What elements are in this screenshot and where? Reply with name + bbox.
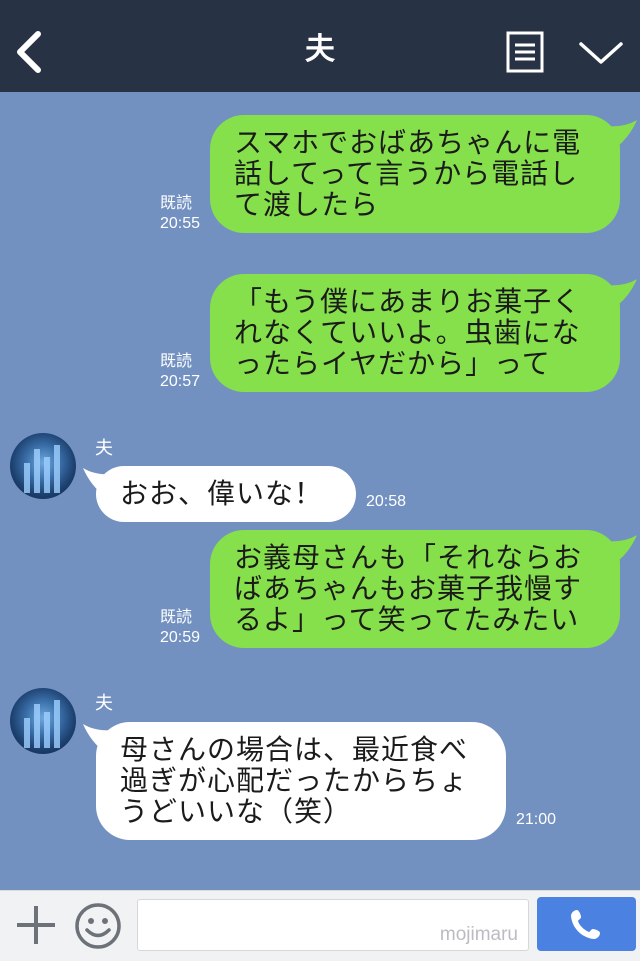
bubble-tail	[604, 279, 637, 305]
message-line: て渡したら	[234, 188, 380, 221]
message-time: 20:55	[160, 215, 201, 232]
message-meta: 既読 20:57	[160, 352, 200, 392]
phone-icon	[571, 910, 600, 939]
message-time: 20:57	[160, 373, 201, 390]
outgoing-message-bubble[interactable]: 「もう僕にあまりお菓子く れなくていいよ。虫歯にな ったらイヤだから」って	[210, 274, 620, 392]
message-line: ったらイヤだから」って	[234, 347, 551, 380]
outgoing-message-bubble[interactable]: スマホでおばあちゃんに電 話してって言うから電話し て渡したら	[210, 115, 620, 233]
message-meta: 既読 20:55	[160, 194, 200, 234]
chat-title: 夫	[305, 32, 335, 67]
outgoing-message-bubble[interactable]: お義母さんも「それならお ばあちゃんもお菓子我慢す るよ」って笑ってたみたい	[210, 530, 620, 648]
read-status: 既読	[160, 195, 193, 212]
bubble-tail	[604, 535, 637, 561]
incoming-message-bubble[interactable]: おお、偉いな！	[96, 466, 356, 522]
message-input[interactable]: mojimaru	[137, 899, 529, 951]
chevron-down-icon[interactable]	[578, 38, 624, 68]
sender-name: 夫	[95, 693, 113, 714]
message-meta: 既読 20:59	[160, 608, 200, 648]
avatar[interactable]	[10, 688, 76, 754]
message-time: 20:59	[160, 629, 201, 646]
smiley-icon[interactable]	[74, 902, 122, 950]
avatar[interactable]	[10, 433, 76, 499]
message-line: 話してって言うから電話し	[234, 157, 579, 190]
incoming-message-bubble[interactable]: 母さんの場合は、最近食べ 過ぎが心配だったからちょ うどいいな（笑）	[96, 722, 506, 840]
sender-name: 夫	[95, 438, 113, 459]
message-line: お義母さんも「それならお	[234, 541, 583, 574]
message-line: 過ぎが心配だったからちょ	[120, 764, 469, 797]
plus-icon[interactable]	[14, 903, 58, 947]
bubble-tail	[604, 120, 637, 146]
call-button[interactable]	[537, 897, 636, 951]
notes-icon[interactable]	[506, 31, 544, 73]
message-input-bar: mojimaru	[0, 890, 640, 961]
message-line: おお、偉いな！	[120, 477, 324, 510]
message-line: 母さんの場合は、最近食べ	[120, 733, 469, 766]
message-time: 20:58	[366, 493, 407, 510]
message-line: うどいいな（笑）	[120, 795, 353, 828]
message-line: 「もう僕にあまりお菓子く	[234, 285, 582, 318]
watermark: mojimaru	[439, 924, 518, 945]
read-status: 既読	[160, 609, 193, 626]
message-line: ばあちゃんもお菓子我慢す	[234, 572, 583, 605]
message-line: るよ」って笑ってたみたい	[234, 603, 580, 636]
message-time: 21:00	[516, 811, 557, 828]
message-line: スマホでおばあちゃんに電	[234, 126, 582, 159]
chat-header: 夫	[0, 0, 640, 92]
message-line: れなくていいよ。虫歯にな	[234, 316, 581, 349]
read-status: 既読	[160, 353, 193, 370]
